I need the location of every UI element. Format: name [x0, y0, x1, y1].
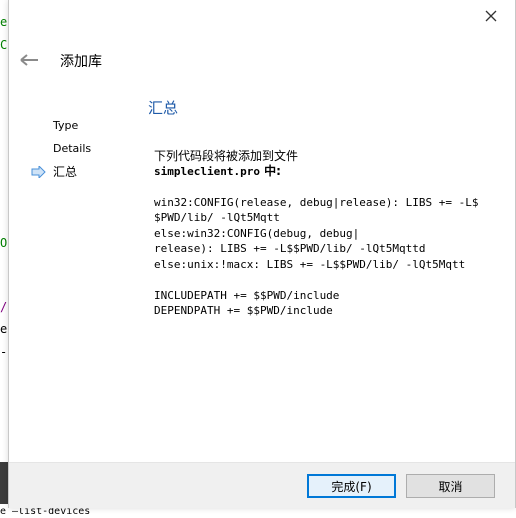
back-arrow-icon: [20, 54, 38, 66]
intro-text: 下列代码段将被添加到文件: [154, 148, 299, 163]
back-button[interactable]: [19, 52, 41, 68]
close-icon: [485, 10, 497, 22]
code-line: else:win32:CONFIG(debug, debug|: [154, 226, 360, 240]
bg-fragment: e: [0, 15, 8, 29]
bg-fragment: /: [0, 300, 8, 314]
file-name: simpleclient.pro: [154, 164, 260, 178]
step-details: Details: [53, 142, 92, 155]
summary-content: 下列代码段将被添加到文件 simpleclient.pro 中: win32:CO…: [154, 133, 504, 350]
step-summary: 汇总: [31, 165, 91, 188]
add-library-dialog: 添加库 Type Details 汇总 汇总 下列代码段将被添加到文件 simpl…: [8, 0, 516, 508]
file-suffix: 中:: [259, 163, 281, 178]
code-line: DEPENDPATH += $$PWD/include: [154, 304, 333, 317]
code-line: $PWD/lib/ -lQt5Mqtt: [154, 211, 280, 224]
close-button[interactable]: [481, 6, 501, 26]
bg-fragment: C: [0, 38, 8, 52]
code-line: win32:CONFIG(release, debug|release): LI…: [154, 195, 479, 209]
dialog-title: 添加库: [60, 54, 102, 70]
target-file: simpleclient.pro 中:: [154, 164, 504, 180]
step-type: Type: [53, 119, 79, 132]
current-step-arrow-icon: [31, 166, 46, 178]
bg-fragment: e: [0, 322, 8, 336]
step-summary-label: 汇总: [53, 165, 78, 179]
code-line: release): LIBS += -L$$PWD/lib/ -lQt5Mqtt…: [154, 242, 426, 255]
finish-button[interactable]: 完成(F): [307, 474, 396, 498]
bg-fragment: -: [0, 345, 8, 359]
cancel-button[interactable]: 取消: [406, 474, 495, 498]
code-line: else:unix:!macx: LIBS += -L$$PWD/lib/ -l…: [154, 257, 466, 271]
wizard-steps: Type Details 汇总: [31, 119, 92, 188]
bg-fragment: O: [0, 236, 8, 250]
page-title: 汇总: [148, 99, 179, 117]
code-line: INCLUDEPATH += $$PWD/include: [154, 288, 340, 302]
